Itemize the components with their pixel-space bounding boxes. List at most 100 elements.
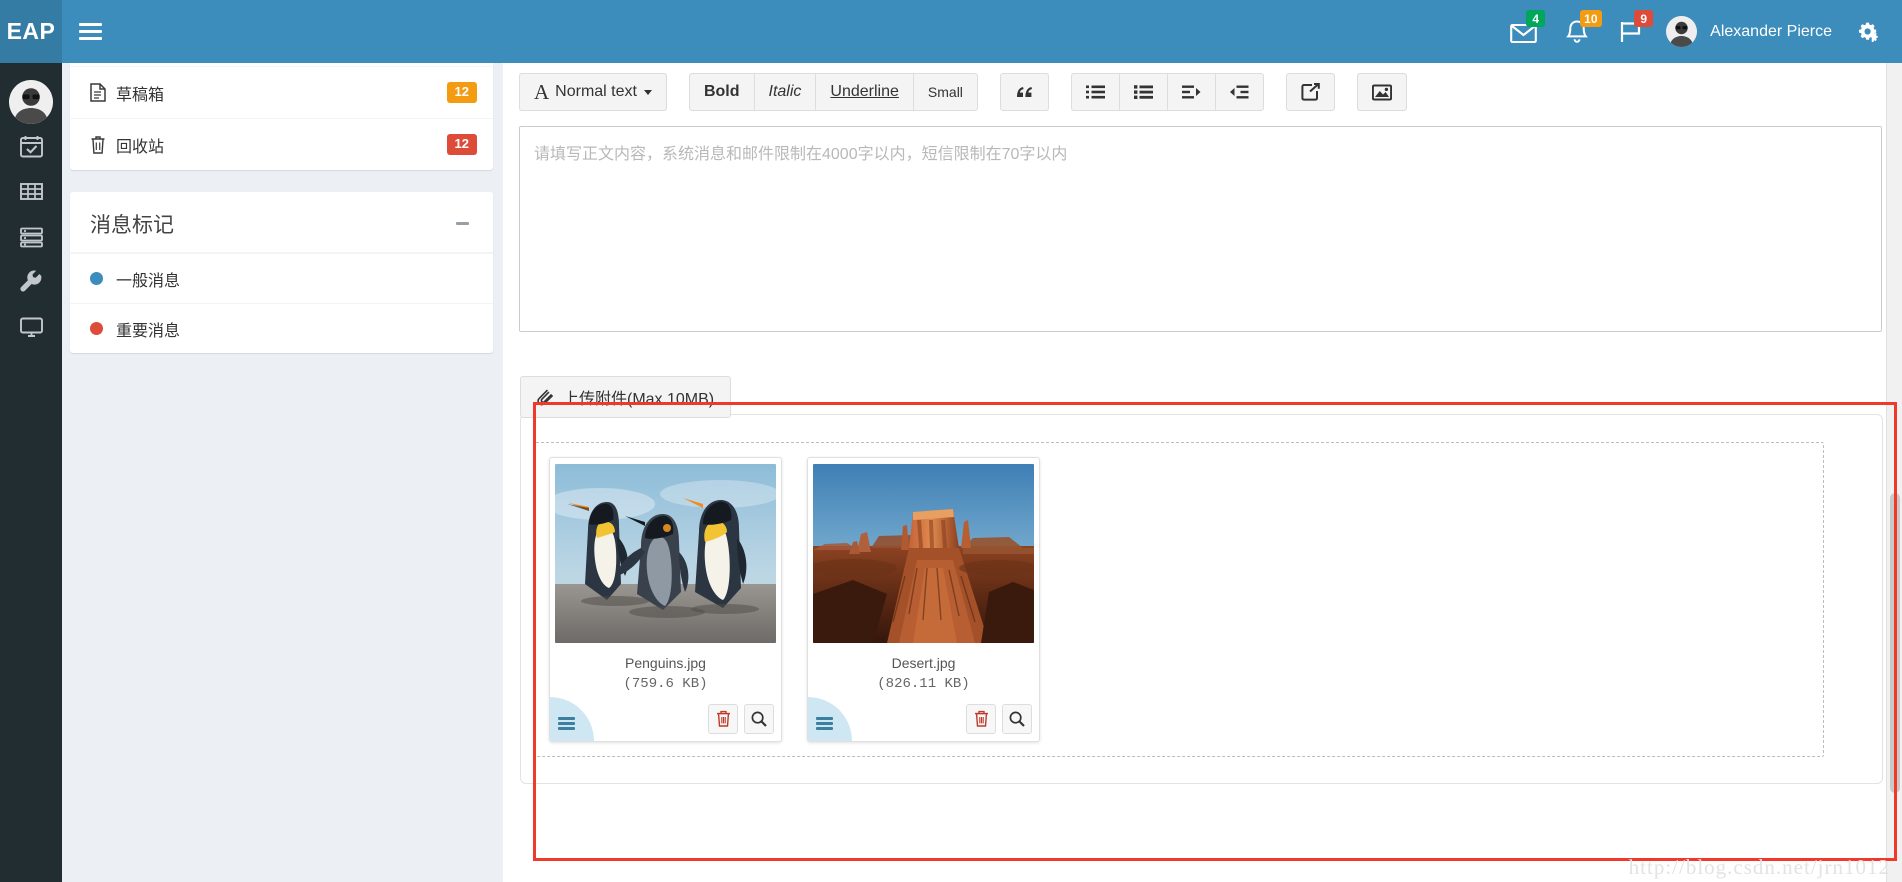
sidebar-toggle-button[interactable] — [62, 0, 118, 63]
tag-item-general[interactable]: 一般消息 — [70, 253, 493, 303]
folder-label: 回收站 — [116, 138, 165, 156]
user-name: Alexander Pierce — [1710, 22, 1832, 40]
unordered-list-icon — [1085, 85, 1105, 99]
rail-avatar[interactable] — [9, 80, 53, 124]
link-group — [1285, 73, 1335, 111]
drag-handle-icon[interactable] — [550, 696, 594, 741]
watermark: http://blog.csdn.net/jrn1012 — [1628, 855, 1890, 879]
tag-label: 重要消息 — [116, 322, 181, 340]
file-card[interactable]: Penguins.jpg (759.6 KB) — [549, 457, 782, 742]
rail-item-wrench[interactable] — [0, 259, 62, 304]
link-button[interactable] — [1285, 73, 1335, 111]
blockquote-icon — [1016, 87, 1032, 97]
magnifier-icon — [1009, 711, 1025, 727]
file-name: Penguins.jpg — [625, 655, 706, 671]
avatar — [1666, 16, 1698, 47]
attachment-card: Penguins.jpg (759.6 KB) Desert.jpg (826.… — [520, 414, 1883, 784]
delete-file-button[interactable] — [966, 703, 996, 734]
compose-placeholder: 请填写正文内容，系统消息和邮件限制在4000字以内，短信限制在70字以内 — [534, 146, 1068, 163]
grid-table-icon — [19, 183, 43, 200]
file-name: Desert.jpg — [891, 655, 956, 671]
folder-item-drafts[interactable]: 草稿箱 12 — [70, 66, 493, 118]
file-size: (759.6 KB) — [623, 675, 708, 692]
blockquote-group — [999, 73, 1049, 111]
top-header: EAP 4 10 9 Alexander Pierce — [0, 0, 1902, 63]
folder-item-trash[interactable]: 回收站 12 — [70, 118, 493, 170]
upload-button-label: 上传附件(Max 10MB) — [563, 391, 715, 408]
rail-item-grid[interactable] — [0, 169, 62, 214]
bold-button[interactable]: Bold — [688, 73, 755, 111]
rail-item-server[interactable] — [0, 214, 62, 259]
folder-label: 草稿箱 — [116, 86, 165, 104]
link-icon — [1301, 83, 1320, 101]
rail-item-calendar[interactable] — [0, 124, 62, 169]
tasks-badge: 9 — [1634, 10, 1654, 27]
icon-rail — [0, 63, 62, 882]
file-meta: Desert.jpg (826.11 KB) — [808, 643, 1039, 701]
outdent-button[interactable] — [1214, 73, 1264, 111]
paperclip-icon — [537, 389, 554, 406]
file-actions — [550, 696, 781, 741]
mail-sidebar: 草稿箱 12 回收站 12 消息标记 一般消息 重要消息 — [70, 63, 493, 353]
file-meta: Penguins.jpg (759.6 KB) — [550, 643, 781, 701]
unordered-list-button[interactable] — [1070, 73, 1120, 111]
text-style-dropdown[interactable]: A Normal text — [519, 73, 667, 111]
notifications-button[interactable]: 10 — [1550, 0, 1604, 63]
messages-button[interactable]: 4 — [1496, 0, 1550, 63]
text-style-label: Normal text — [555, 83, 637, 100]
tags-panel-header: 消息标记 — [70, 195, 493, 253]
desert-photo — [813, 464, 1034, 643]
underline-button[interactable]: Underline — [815, 73, 914, 111]
messages-badge: 4 — [1526, 10, 1546, 27]
upload-attachment-button[interactable]: 上传附件(Max 10MB) — [520, 376, 732, 418]
tasks-button[interactable]: 9 — [1604, 0, 1658, 63]
penguins-photo — [555, 464, 776, 643]
text-style-group: A Normal text — [519, 73, 667, 111]
ordered-list-icon — [1133, 85, 1153, 99]
user-menu[interactable]: Alexander Pierce — [1658, 0, 1846, 63]
image-group — [1356, 73, 1407, 111]
calendar-check-icon — [19, 136, 43, 158]
file-card[interactable]: Desert.jpg (826.11 KB) — [807, 457, 1040, 742]
tags-panel: 消息标记 一般消息 重要消息 — [70, 192, 493, 353]
dropzone[interactable]: Penguins.jpg (759.6 KB) Desert.jpg (826.… — [534, 442, 1824, 757]
ordered-list-button[interactable] — [1118, 73, 1168, 111]
tag-item-important[interactable]: 重要消息 — [70, 303, 493, 353]
trash-icon — [974, 710, 988, 727]
folder-badge: 12 — [446, 82, 477, 103]
app-logo[interactable]: EAP — [0, 0, 62, 63]
magnifier-icon — [751, 711, 767, 727]
header-actions: 4 10 9 Alexander Pierce — [1496, 0, 1902, 63]
tag-label: 一般消息 — [116, 272, 181, 290]
outdent-icon — [1229, 85, 1249, 99]
wrench-icon — [19, 270, 41, 292]
hamburger-icon — [78, 19, 102, 44]
file-size: (826.11 KB) — [877, 675, 970, 692]
italic-button[interactable]: Italic — [753, 73, 817, 111]
blockquote-button[interactable] — [999, 73, 1049, 111]
compose-body[interactable]: 请填写正文内容，系统消息和邮件限制在4000字以内，短信限制在70字以内 — [519, 126, 1882, 332]
preview-file-button[interactable] — [1002, 703, 1032, 734]
minus-icon[interactable] — [449, 211, 475, 237]
settings-button[interactable] — [1846, 0, 1892, 63]
file-actions — [808, 696, 1039, 741]
small-button[interactable]: Small — [912, 73, 978, 111]
drag-handle-icon[interactable] — [808, 696, 852, 741]
preview-file-button[interactable] — [744, 703, 774, 734]
trash-icon — [90, 135, 116, 154]
list-group — [1070, 73, 1264, 111]
indent-icon — [1181, 85, 1201, 99]
image-button[interactable] — [1356, 73, 1407, 111]
notifications-badge: 10 — [1580, 10, 1602, 27]
tags-panel-title: 消息标记 — [90, 213, 174, 237]
indent-button[interactable] — [1166, 73, 1216, 111]
gear-icon — [1859, 22, 1878, 42]
folder-panel: 草稿箱 12 回收站 12 — [70, 63, 493, 170]
rail-item-monitor[interactable] — [0, 304, 62, 349]
trash-icon — [716, 710, 730, 727]
page-scrollbar[interactable] — [1886, 63, 1902, 882]
main-content: 草稿箱 12 回收站 12 消息标记 一般消息 重要消息 A Normal te… — [62, 63, 1902, 882]
file-text-icon — [90, 83, 116, 102]
delete-file-button[interactable] — [708, 703, 738, 734]
scrollbar-thumb[interactable] — [1890, 493, 1900, 793]
